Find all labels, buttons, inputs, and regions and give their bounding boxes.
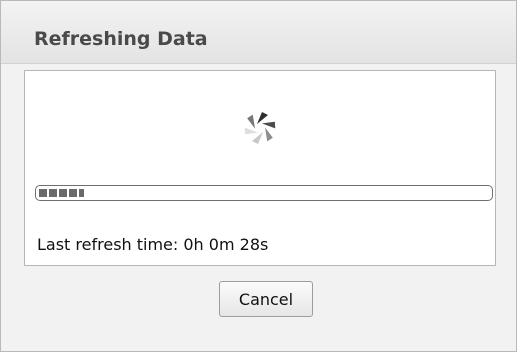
- cancel-button[interactable]: Cancel: [219, 281, 313, 317]
- progress-panel: Last refresh time: 0h 0m 28s: [24, 70, 496, 266]
- dialog-title: Refreshing Data: [34, 28, 208, 50]
- progress-fill: [39, 189, 84, 197]
- refreshing-data-dialog: Refreshing Data Last refresh time: 0h 0m…: [0, 0, 517, 352]
- dialog-titlebar: Refreshing Data: [1, 1, 516, 64]
- last-refresh-time: Last refresh time: 0h 0m 28s: [37, 235, 269, 254]
- spinner-icon: [244, 112, 276, 144]
- refresh-progress-bar: [35, 185, 493, 201]
